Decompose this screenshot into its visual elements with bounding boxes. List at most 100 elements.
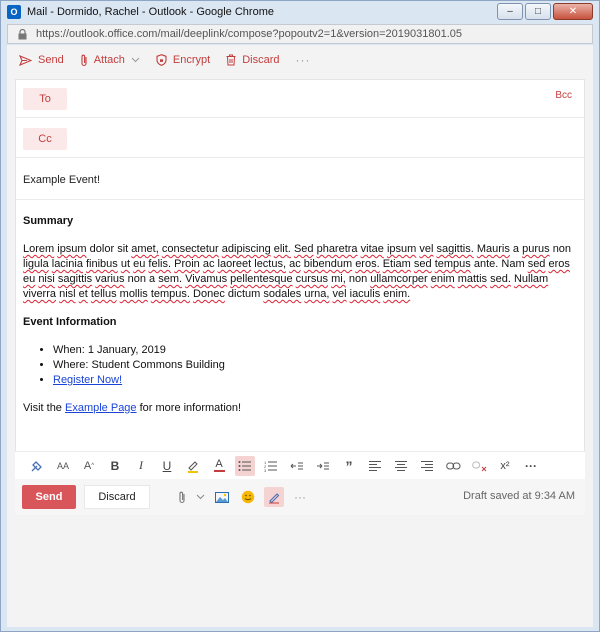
lorem-word: nisl — [59, 288, 76, 300]
editor-pen-icon[interactable] — [264, 487, 284, 507]
lorem-word: sagittis. — [436, 243, 474, 255]
message-body[interactable]: Summary Lorem ipsum dolor sit amet, cons… — [23, 214, 575, 416]
example-page-link[interactable]: Example Page — [65, 402, 137, 414]
align-left-icon[interactable] — [365, 456, 385, 476]
emoji-icon[interactable] — [238, 487, 258, 507]
lorem-word: consectetur — [161, 243, 219, 255]
cc-row[interactable]: Cc — [16, 120, 584, 158]
highlight-icon[interactable] — [183, 456, 203, 476]
lorem-word: ut — [120, 258, 131, 270]
lorem-word: ipsum — [386, 243, 417, 255]
chevron-down-icon — [131, 57, 140, 63]
window-controls: – □ ✕ — [495, 3, 593, 20]
summary-heading: Summary — [23, 215, 74, 227]
lorem-word: lectus, — [254, 258, 287, 270]
maximize-button[interactable]: □ — [525, 3, 551, 20]
event-list: When: 1 January, 2019 Where: Student Com… — [53, 343, 575, 388]
address-bar[interactable]: https://outlook.office.com/mail/deeplink… — [7, 24, 593, 44]
lorem-word: ligula — [23, 258, 49, 270]
send-button[interactable]: Send — [22, 485, 76, 509]
bcc-button[interactable]: Bcc — [555, 90, 572, 101]
cc-button[interactable]: Cc — [23, 128, 67, 150]
bullets-icon[interactable] — [235, 455, 255, 476]
bold-button[interactable]: B — [105, 456, 125, 476]
lorem-word: tempus. — [150, 288, 190, 300]
font-size-button[interactable]: AA — [53, 456, 73, 476]
lorem-word: eu — [133, 258, 146, 270]
to-button[interactable]: To — [23, 88, 67, 110]
lorem-word: ac — [289, 258, 301, 270]
svg-text:3: 3 — [264, 468, 267, 472]
close-window-button[interactable]: ✕ — [553, 3, 593, 20]
compose-pane: To Bcc Cc Example Event! Summary Lorem i… — [15, 79, 585, 511]
align-center-icon[interactable] — [391, 456, 411, 476]
superscript-button[interactable]: x² — [495, 456, 515, 476]
lorem-word: enim — [430, 273, 455, 285]
send-bar: Send Discard ··· Draft saved at 9:34 AM — [15, 479, 585, 515]
grow-font-glyph: A — [83, 459, 92, 472]
browser-window: O Mail - Dormido, Rachel - Outlook - Goo… — [0, 0, 600, 632]
format-painter-icon[interactable] — [27, 456, 47, 476]
lorem-word: laoreet — [217, 258, 252, 270]
lorem-word: tellus — [90, 288, 117, 300]
sendbar-more-button[interactable]: ··· — [290, 487, 310, 507]
unlink-icon[interactable] — [469, 456, 489, 476]
lorem-paragraph: Lorem ipsum dolor sit amet, consectetur … — [23, 242, 575, 302]
encrypt-label: Encrypt — [172, 54, 211, 66]
send-icon — [19, 54, 32, 66]
draft-status: Draft saved at 9:34 AM — [463, 490, 575, 502]
lorem-word: nisi — [38, 273, 55, 285]
lorem-word: urna, — [304, 288, 330, 300]
event-heading: Event Information — [23, 316, 117, 328]
format-more-button[interactable]: ··· — [521, 456, 541, 476]
lorem-word: ac — [202, 258, 215, 270]
attach-file-icon[interactable] — [172, 487, 192, 507]
to-row[interactable]: To Bcc — [16, 80, 584, 118]
lorem-word: Nam — [501, 258, 525, 270]
discard-button[interactable]: Discard — [84, 485, 150, 509]
toolbar-send-button[interactable]: Send — [19, 54, 64, 66]
lorem-word: Donec — [193, 288, 225, 300]
italic-button[interactable]: I — [131, 456, 151, 476]
lorem-word: a — [512, 243, 520, 255]
decrease-indent-icon[interactable] — [287, 456, 307, 476]
register-link[interactable]: Register Now! — [53, 374, 122, 386]
lorem-word: varius — [95, 273, 125, 285]
outlook-icon: O — [7, 5, 21, 19]
lorem-word: sed — [527, 258, 546, 270]
grow-font-button[interactable]: A ^ — [79, 456, 99, 476]
lorem-word: pellentesque — [230, 273, 293, 285]
lorem-word: finibus — [86, 258, 118, 270]
toolbar-more-button[interactable]: ··· — [295, 53, 310, 67]
subject-field[interactable]: Example Event! — [16, 160, 584, 200]
format-toolbar: AA A ^ B I U A 123 ” x² ··· — [15, 451, 585, 479]
numbering-icon[interactable]: 123 — [261, 456, 281, 476]
lorem-word: vel — [419, 243, 434, 255]
font-color-swatch — [213, 470, 225, 472]
title-bar: O Mail - Dormido, Rachel - Outlook - Goo… — [1, 1, 599, 23]
lorem-word: Proin — [174, 258, 200, 270]
underline-button[interactable]: U — [157, 456, 177, 476]
lorem-word: Nullam — [513, 273, 549, 285]
lorem-word: lacinia — [51, 258, 83, 270]
lorem-word: et — [78, 288, 88, 300]
lorem-word: sagittis — [57, 273, 93, 285]
attach-label: Attach — [93, 54, 125, 66]
lorem-word: pharetra — [316, 243, 358, 255]
insert-picture-icon[interactable] — [212, 487, 232, 507]
lorem-word: non — [127, 273, 146, 285]
lorem-word: tempus — [434, 258, 471, 270]
lorem-word: iaculis — [349, 288, 381, 300]
attach-button[interactable]: Attach — [80, 54, 140, 67]
align-right-icon[interactable] — [417, 456, 437, 476]
lorem-word: mi, — [331, 273, 346, 285]
font-color-button[interactable]: A — [209, 456, 229, 476]
quote-button[interactable]: ” — [339, 456, 359, 476]
toolbar-discard-button[interactable]: Discard — [226, 54, 279, 66]
lorem-word: sodales — [263, 288, 302, 300]
link-icon[interactable] — [443, 456, 463, 476]
minimize-button[interactable]: – — [497, 3, 523, 20]
increase-indent-icon[interactable] — [313, 456, 333, 476]
chevron-down-icon[interactable] — [194, 487, 206, 507]
encrypt-button[interactable]: Encrypt — [156, 54, 210, 66]
